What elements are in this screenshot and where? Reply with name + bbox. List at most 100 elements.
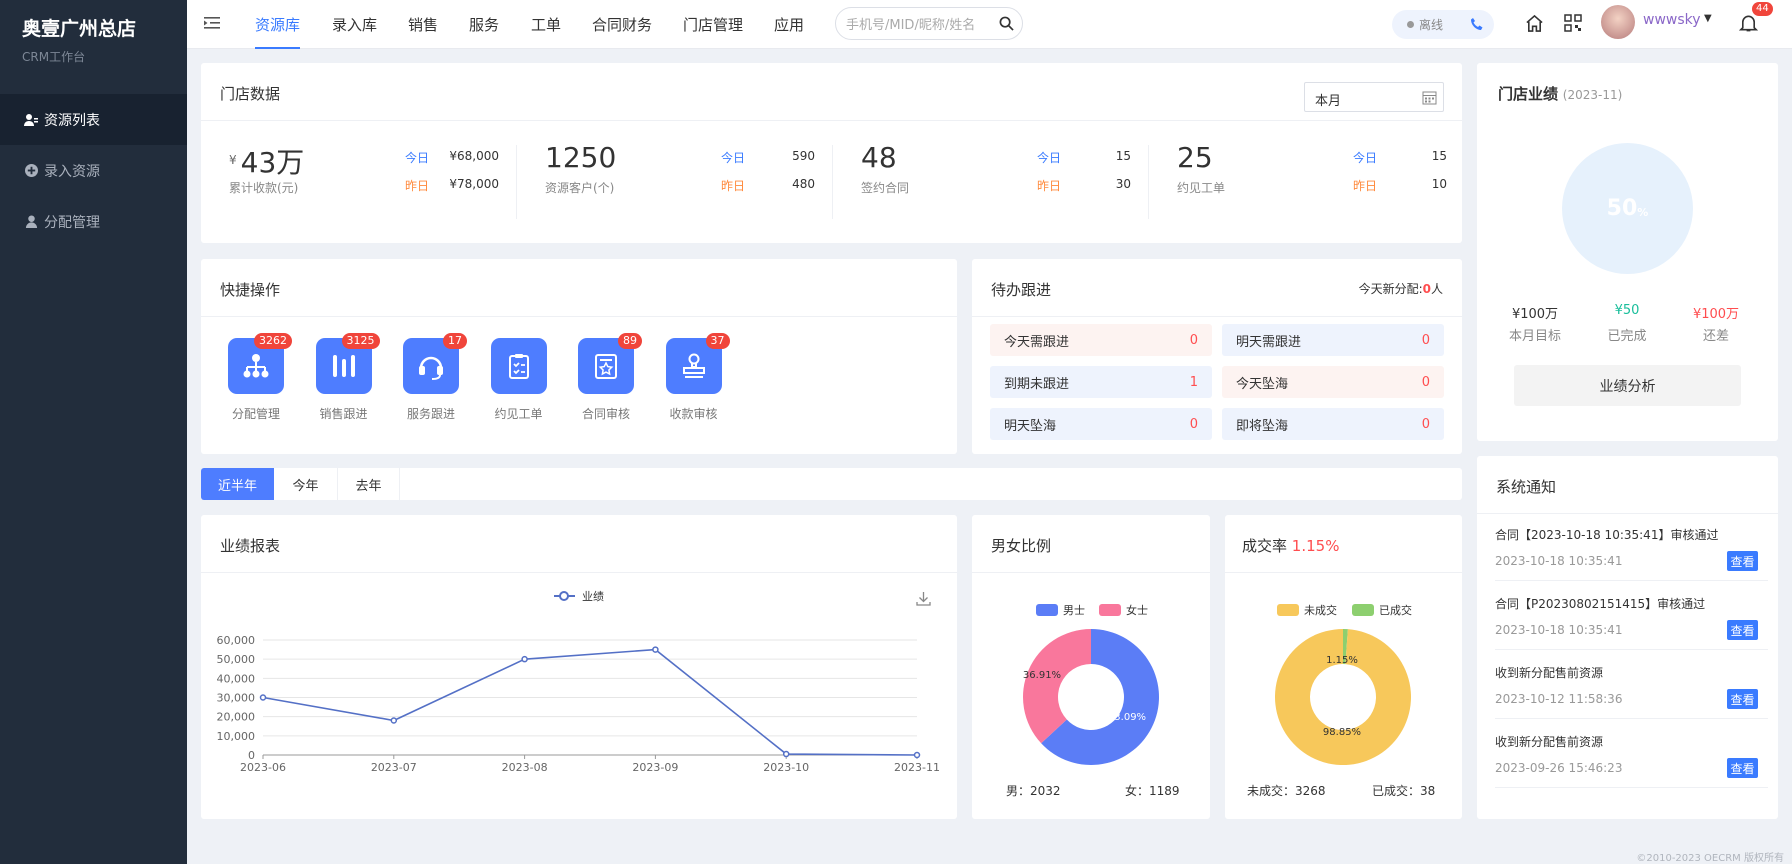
username[interactable]: wwwsky	[1643, 12, 1701, 28]
data-point[interactable]	[782, 750, 790, 758]
todo-item[interactable]: 今天坠海 0	[1222, 366, 1444, 398]
legend-label[interactable]: 已成交	[1379, 603, 1412, 617]
sidebar: 奥壹广州总店 CRM工作台 资源列表 录入资源 分配管理	[0, 0, 187, 864]
search-input[interactable]: 手机号/MID/昵称/姓名	[835, 7, 1023, 40]
male-total: 男：2032	[1006, 784, 1061, 798]
new-assigned-label: 今天新分配:	[1358, 282, 1423, 296]
nav-apps[interactable]: 应用	[774, 0, 804, 49]
series-line	[262, 648, 918, 756]
todo-item-count: 0	[1189, 416, 1198, 432]
online-status-toggle[interactable]: 离线	[1392, 10, 1494, 39]
divider	[1477, 513, 1778, 514]
chevron-down-icon[interactable]: ▼	[1704, 13, 1712, 24]
todo-item[interactable]: 今天需跟进 0	[990, 324, 1212, 356]
new-assigned-today: 今天新分配:0人	[1359, 280, 1443, 297]
tab-half-year[interactable]: 近半年	[201, 468, 274, 500]
qrcode-icon[interactable]	[1564, 14, 1582, 36]
tab-last-year[interactable]: 去年	[338, 468, 400, 500]
data-point[interactable]	[652, 646, 659, 653]
divider	[1495, 787, 1768, 788]
pie-slice[interactable]	[1275, 629, 1411, 765]
today-value: 590	[792, 149, 815, 163]
nav-entry-library[interactable]: 录入库	[332, 0, 377, 49]
pie-slice[interactable]	[1023, 629, 1091, 744]
sidebar-item-resource-list[interactable]: 资源列表	[0, 94, 187, 145]
performance-title: 门店业绩	[1498, 85, 1559, 103]
quick-op-badge: 89	[618, 333, 642, 349]
stat-number: 48	[861, 141, 897, 174]
divider	[201, 120, 1462, 121]
performance-header: 门店业绩 (2023-11)	[1498, 83, 1622, 104]
notice-view-button[interactable]: 查看	[1727, 689, 1758, 709]
notice-view-button[interactable]: 查看	[1727, 758, 1758, 778]
todo-item[interactable]: 明天坠海 0	[990, 408, 1212, 440]
legend-label[interactable]: 男士	[1063, 604, 1085, 617]
legend-label[interactable]: 业绩	[582, 590, 604, 603]
divider	[201, 572, 957, 573]
data-point[interactable]	[259, 694, 267, 701]
today-label: 今日	[1353, 151, 1378, 165]
quick-op-label[interactable]: 服务跟进	[386, 405, 476, 422]
slice-label: 36.91%	[1023, 670, 1061, 681]
quick-op-button[interactable]: 3125	[315, 333, 380, 394]
sidebar-item-label: 录入资源	[44, 163, 100, 180]
quick-op-label[interactable]: 分配管理	[211, 405, 301, 422]
x-tick-label: 2023-08	[502, 761, 548, 774]
todo-item[interactable]: 即将坠海 0	[1222, 408, 1444, 440]
new-assigned-value: 0	[1422, 282, 1431, 296]
quick-op-button[interactable]	[490, 338, 547, 394]
footer-copyright: ©2010-2023 OECRM 版权所有	[1636, 853, 1784, 864]
currency-symbol: ¥	[229, 153, 237, 167]
quick-op-button[interactable]: 17	[403, 333, 467, 394]
sidebar-item-add-resource[interactable]: 录入资源	[0, 145, 187, 196]
quick-op-label[interactable]: 约见工单	[474, 405, 564, 422]
line-chart: 010,00020,00030,00040,00050,00060,000202…	[217, 590, 940, 774]
sidebar-item-assign[interactable]: 分配管理	[0, 196, 187, 247]
bell-icon[interactable]	[1738, 13, 1759, 37]
x-tick-label: 2023-10	[763, 761, 809, 774]
plus-circle-icon	[24, 164, 38, 178]
legend-label[interactable]: 未成交	[1304, 603, 1337, 617]
period-select[interactable]: 本月	[1304, 82, 1444, 112]
todo-item[interactable]: 明天需跟进 0	[1222, 324, 1444, 356]
quick-op-label[interactable]: 销售跟进	[299, 405, 389, 422]
nav-sales[interactable]: 销售	[408, 0, 438, 49]
deal-header: 成交率 1.15%	[1242, 535, 1339, 556]
sidebar-item-label: 资源列表	[44, 112, 100, 129]
quick-op-label[interactable]: 收款审核	[649, 405, 739, 422]
quick-op-button[interactable]: 37	[665, 333, 730, 394]
phone-icon	[1470, 17, 1484, 34]
menu-fold-icon[interactable]	[204, 15, 220, 35]
performance-analysis-button[interactable]: 业绩分析	[1514, 365, 1741, 406]
store-data-card: 门店数据 本月 ¥43万 累计收款(元) 今日 ¥68,000 昨日 ¥78,000 125…	[201, 63, 1462, 243]
data-point[interactable]	[913, 751, 921, 759]
notice-view-button[interactable]: 查看	[1727, 551, 1758, 571]
data-point[interactable]	[390, 717, 398, 724]
tab-this-year[interactable]: 今年	[274, 468, 338, 500]
home-icon[interactable]	[1525, 14, 1544, 37]
performance-report-card: 业绩报表 0 10,000 20,000 30,000 40,000 50,000 60,0…	[201, 515, 957, 819]
nav-contract-finance[interactable]: 合同财务	[592, 0, 652, 49]
search-icon[interactable]	[999, 16, 1014, 35]
nav-service[interactable]: 服务	[469, 0, 499, 49]
system-notice-card: 系统通知 合同【2023-10-18 10:35:41】审核通过 2023-10-…	[1477, 456, 1778, 819]
nav-resource-library[interactable]: 资源库	[255, 0, 301, 49]
notice-view-button[interactable]: 查看	[1727, 620, 1758, 640]
yesterday-label: 昨日	[1353, 179, 1378, 193]
no-deal-total: 未成交：3268	[1247, 784, 1326, 798]
quick-op-label[interactable]: 合同审核	[561, 405, 651, 422]
nav-work-order[interactable]: 工单	[531, 0, 561, 49]
y-tick-label: 50,000	[217, 653, 256, 666]
notice-text: 收到新分配售前资源	[1495, 666, 1604, 680]
stat-label: 累计收款(元)	[229, 181, 299, 195]
quick-op-button[interactable]: 89	[578, 333, 642, 394]
todo-title: 待办跟进	[991, 281, 1052, 299]
stat-number: 43万	[240, 146, 305, 179]
today-value: ¥68,000	[449, 149, 499, 163]
avatar[interactable]	[1601, 5, 1635, 39]
quick-op-button[interactable]: 3262	[228, 333, 292, 394]
todo-item[interactable]: 到期未跟进 1	[990, 366, 1212, 398]
legend-label[interactable]: 女士	[1126, 603, 1148, 617]
nav-store-management[interactable]: 门店管理	[683, 0, 743, 49]
data-point[interactable]	[521, 655, 528, 663]
